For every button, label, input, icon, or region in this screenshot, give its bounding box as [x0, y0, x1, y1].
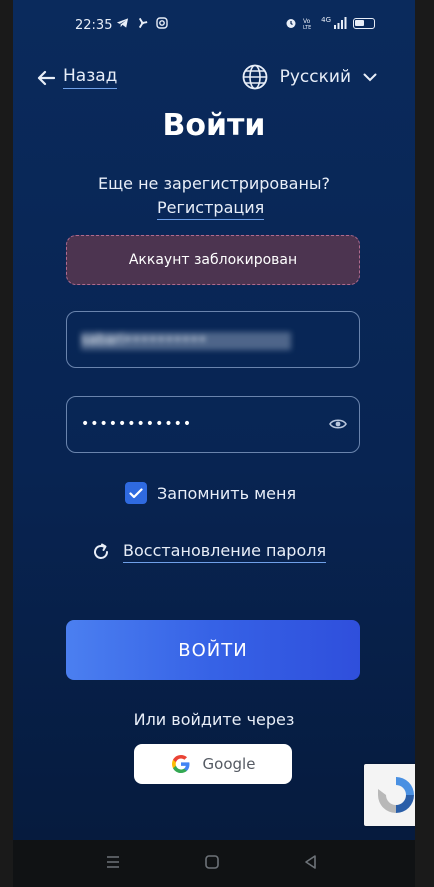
password-input[interactable]: ••••••••••••: [66, 396, 360, 453]
svg-text:LTE: LTE: [303, 25, 311, 29]
fan-icon: [138, 17, 148, 29]
back-button[interactable]: Назад: [37, 66, 118, 89]
remember-label: Запомнить меня: [157, 483, 297, 503]
page-title: Войти: [162, 108, 266, 143]
login-input[interactable]: sabari••••••••••: [66, 311, 360, 368]
status-bar: 22:35 Vo LTE 4G: [13, 0, 415, 52]
password-value: ••••••••••••: [81, 416, 193, 432]
language-selector[interactable]: Русский: [242, 64, 377, 90]
recaptcha-badge[interactable]: [364, 764, 415, 826]
google-login-button[interactable]: Google: [134, 744, 292, 784]
status-time: 22:35: [75, 18, 113, 33]
volte-icon: VoLTE: [303, 18, 311, 29]
back-label: Назад: [63, 66, 118, 89]
svg-text:Vo: Vo: [303, 18, 311, 25]
recover-password-link[interactable]: Восстановление пароля: [91, 541, 327, 563]
remember-checkbox[interactable]: [125, 482, 147, 504]
login-screen: 22:35 Vo LTE 4G Назад Русский Войти Еще н…: [13, 0, 415, 840]
language-label: Русский: [279, 67, 351, 87]
check-icon: [129, 487, 143, 498]
register-link[interactable]: Регистрация: [157, 198, 265, 220]
instagram-icon: [156, 17, 168, 29]
register-prompt: Еще не зарегистрированы?: [97, 174, 331, 193]
system-nav-bar: [13, 840, 415, 887]
eye-icon[interactable]: [329, 416, 347, 432]
alert-text: Аккаунт заблокирован: [128, 252, 298, 268]
recover-label: Восстановление пароля: [123, 541, 327, 563]
alarm-icon: [286, 19, 296, 28]
recaptcha-icon: [377, 777, 414, 813]
google-button-label: Google: [202, 755, 256, 773]
network-label: 4G: [321, 16, 331, 24]
menu-icon[interactable]: [105, 854, 121, 870]
globe-icon: [242, 64, 268, 90]
login-value: sabari••••••••••: [81, 332, 291, 350]
login-button[interactable]: ВОЙТИ: [66, 620, 360, 680]
or-via-label: Или войдите через: [133, 710, 295, 729]
account-blocked-alert: Аккаунт заблокирован: [66, 235, 360, 285]
google-icon: [171, 755, 190, 773]
arrow-left-icon: [37, 70, 55, 85]
battery-icon: [353, 17, 375, 29]
chevron-down-icon: [363, 73, 377, 81]
refresh-icon: [94, 543, 108, 559]
back-nav-icon[interactable]: [303, 854, 319, 870]
signal-icon: [334, 17, 347, 29]
home-icon[interactable]: [204, 854, 220, 870]
telegram-icon: [116, 18, 129, 28]
login-button-label: ВОЙТИ: [178, 639, 248, 661]
remember-me[interactable]: Запомнить меня: [125, 482, 296, 504]
